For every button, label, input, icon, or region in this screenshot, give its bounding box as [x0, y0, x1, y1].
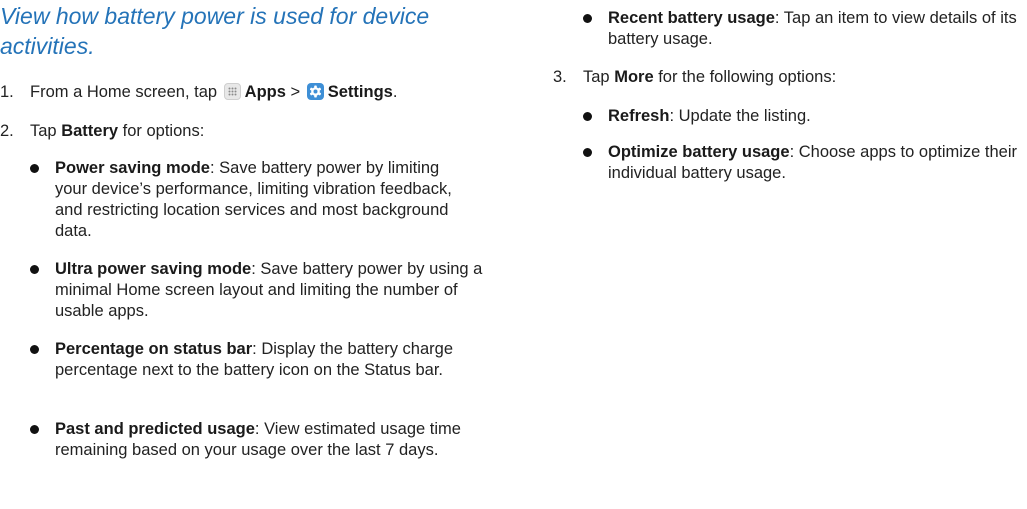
step-2: 2. Tap Battery for options:: [0, 121, 204, 142]
step-text: From a Home screen, tap: [30, 83, 218, 101]
option-term: Power saving mode: [55, 159, 210, 177]
punctuation: .: [392, 83, 398, 101]
bullet-dot: [30, 265, 39, 274]
apps-grid-icon: [223, 83, 241, 100]
section-heading: View how battery power is used for devic…: [0, 3, 430, 59]
step-3: 3. Tap More for the following options:: [553, 67, 836, 88]
bullet-dot: [30, 164, 39, 173]
step-text: Tap: [583, 68, 610, 86]
step-text: for the following options:: [658, 68, 837, 86]
bullet-text: Recent battery usage: Tap an item to vie…: [608, 8, 1027, 50]
step-1: 1. From a Home screen, tap Apps > Settin…: [0, 82, 397, 103]
bullet-text: Percentage on status bar: Display the ba…: [55, 339, 500, 381]
settings-gear-icon: [306, 83, 324, 100]
apps-label: Apps: [244, 83, 286, 101]
bullet-dot: [583, 112, 592, 121]
bullet-dot: [30, 425, 39, 434]
option-term: Ultra power saving mode: [55, 260, 252, 278]
option-term: Refresh: [608, 107, 670, 125]
bullet-dot: [30, 345, 39, 354]
step-number: 3.: [553, 68, 567, 86]
step-number: 1.: [0, 83, 14, 101]
option-term: Recent battery usage: [608, 9, 775, 27]
menu-separator: >: [290, 83, 301, 101]
bullet-text: Refresh: Update the listing.: [608, 106, 1027, 127]
option-term: Percentage on status bar: [55, 340, 253, 358]
bullet-text: Ultra power saving mode: Save battery po…: [55, 259, 488, 322]
option-description: : Update the listing.: [669, 107, 811, 125]
bullet-text: Optimize battery usage: Choose apps to o…: [608, 142, 1027, 184]
bullet-dot: [583, 14, 592, 23]
step-number: 2.: [0, 122, 14, 140]
bullet-dot: [583, 148, 592, 157]
step-text: for options:: [122, 122, 205, 140]
option-term: Optimize battery usage: [608, 143, 790, 161]
bullet-text: Power saving mode: Save battery power by…: [55, 158, 475, 242]
step-text: Tap: [30, 122, 57, 140]
bullet-text: Past and predicted usage: View estimated…: [55, 419, 480, 461]
settings-label: Settings: [327, 83, 393, 101]
battery-label: Battery: [61, 122, 119, 140]
option-term: Past and predicted usage: [55, 420, 255, 438]
more-label: More: [614, 68, 654, 86]
